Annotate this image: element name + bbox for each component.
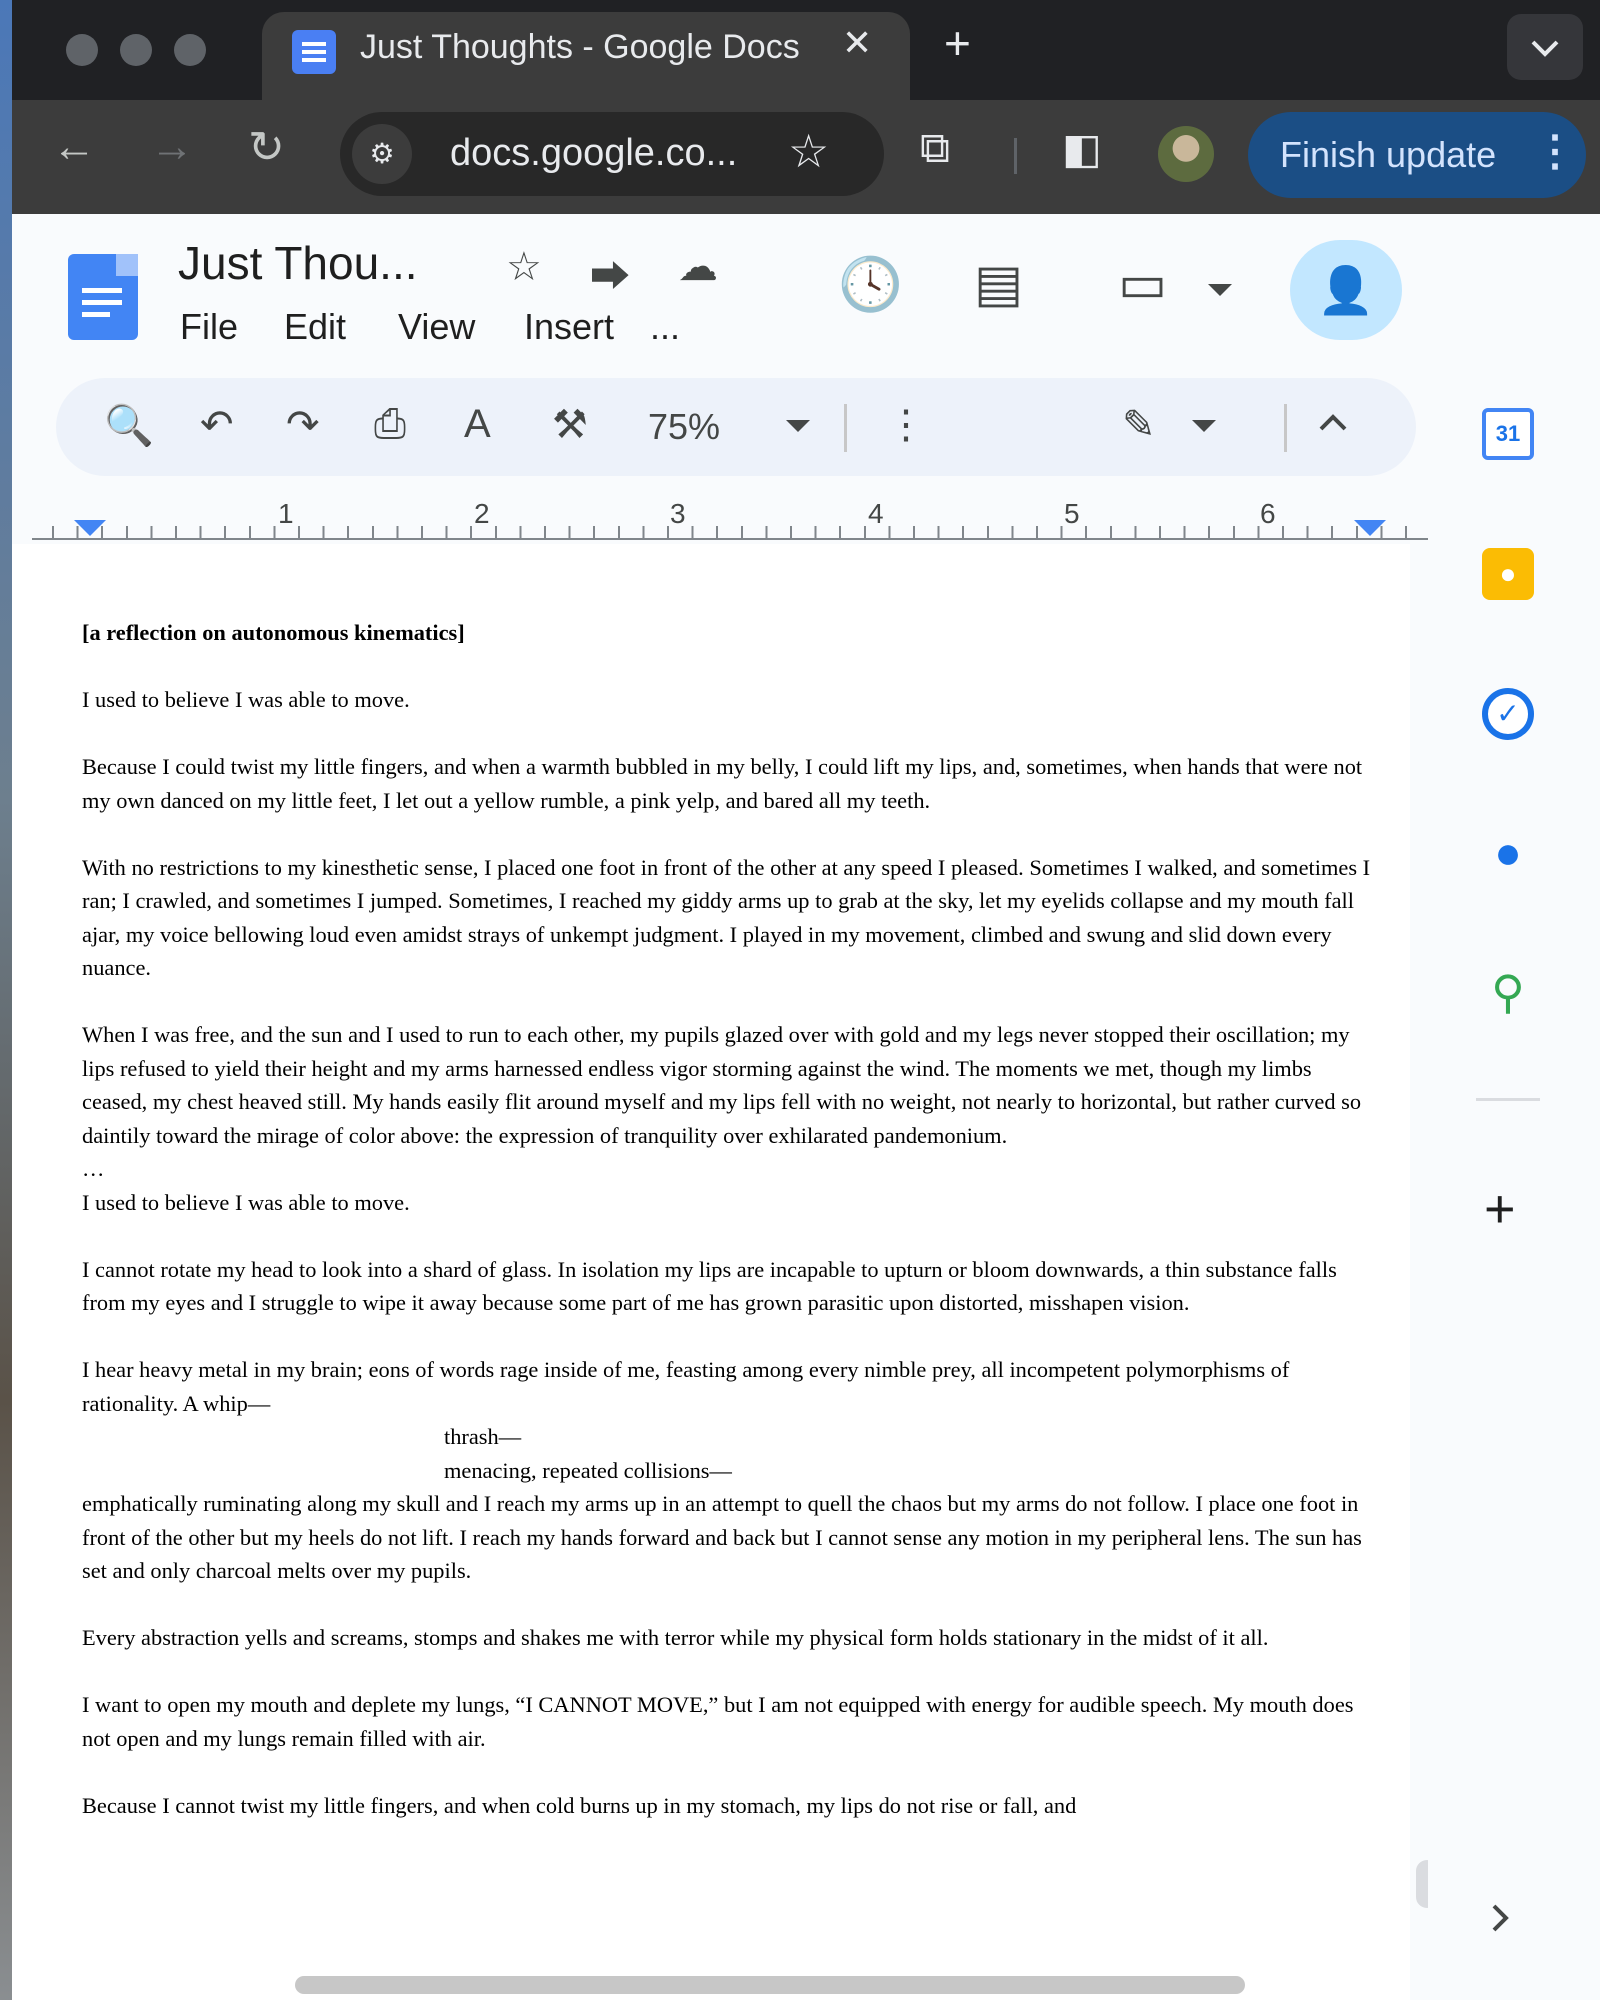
tab-google-docs[interactable]: Just Thoughts - Google Docs ✕ (262, 12, 910, 100)
new-tab-button[interactable]: + (944, 16, 971, 70)
side-panel-icon[interactable]: ◧ (1062, 124, 1102, 173)
horizontal-scrollbar[interactable] (295, 1976, 1245, 1994)
document-heading: [a reflection on autonomous kinematics] (82, 620, 465, 645)
zoom-dropdown-icon[interactable] (786, 420, 810, 434)
ruler[interactable]: 1 2 3 4 5 6 (32, 498, 1452, 540)
profile-avatar-small[interactable] (1158, 126, 1214, 182)
google-docs-app: Just Thou... ☆ ⮕ ☁ File Edit View Insert… (12, 214, 1600, 2000)
bookmark-star-icon[interactable]: ☆ (788, 124, 829, 178)
indented-line: menacing, repeated collisions— (444, 1457, 732, 1483)
window-zoom-button[interactable] (174, 34, 206, 66)
comments-icon[interactable]: ▤ (974, 254, 1023, 314)
paragraph: I used to believe I was able to move. (82, 1189, 410, 1215)
paragraph: With no restrictions to my kinesthetic s… (82, 854, 1376, 981)
ruler-number: 4 (868, 498, 884, 529)
move-folder-icon[interactable]: ⮕ (590, 244, 630, 302)
search-menus-icon[interactable]: 🔍 (104, 402, 154, 449)
toolbar-separator (1284, 404, 1287, 452)
add-person-icon: 👤 (1317, 264, 1375, 316)
document-page[interactable]: [a reflection on autonomous kinematics] … (12, 544, 1410, 2000)
docs-favicon-icon (292, 30, 336, 74)
menu-more[interactable]: ... (650, 306, 680, 348)
share-button[interactable]: 👤 (1290, 240, 1402, 340)
zoom-select[interactable]: 75% (648, 406, 720, 448)
get-add-ons-plus-icon[interactable]: + (1484, 1178, 1516, 1240)
paragraph: When I was free, and the sun and I used … (82, 1022, 1367, 1148)
menu-view[interactable]: View (398, 306, 475, 348)
paragraph: I hear heavy metal in my brain; eons of … (82, 1357, 1295, 1416)
editing-mode-pencil-icon[interactable]: ✎ (1122, 402, 1156, 448)
ruler-number: 1 (278, 498, 294, 529)
back-arrow-icon[interactable]: ← (52, 122, 96, 172)
reload-icon[interactable]: ↻ (248, 122, 285, 173)
window-minimize-button[interactable] (120, 34, 152, 66)
indented-line: thrash— (444, 1424, 522, 1449)
finish-update-label: Finish update (1280, 134, 1497, 175)
star-icon[interactable]: ☆ (506, 244, 542, 290)
ruler-number: 3 (670, 498, 686, 529)
url-text[interactable]: docs.google.co... (450, 132, 737, 175)
menu-edit[interactable]: Edit (284, 306, 346, 348)
side-panel-divider (1476, 1098, 1540, 1101)
ruler-number: 2 (474, 498, 490, 529)
paragraph: I want to open my mouth and deplete my l… (82, 1692, 1360, 1751)
tab-title: Just Thoughts - Google Docs (360, 28, 800, 66)
tasks-icon[interactable]: ✓ (1482, 688, 1534, 740)
menu-file[interactable]: File (180, 306, 238, 348)
tab-strip: Just Thoughts - Google Docs ✕ + (12, 0, 1600, 100)
extensions-puzzle-icon[interactable]: ⧉ (920, 124, 950, 173)
right-indent-marker[interactable] (1354, 520, 1386, 536)
keep-icon[interactable]: ● (1482, 548, 1534, 600)
more-vert-icon[interactable]: ⋮ (1534, 126, 1576, 175)
browser-toolbar: ← → ↻ ⚙ docs.google.co... ☆ ⧉ ◧ Finish u… (12, 100, 1600, 214)
more-options-icon[interactable]: ⋮ (886, 402, 926, 448)
window-close-button[interactable] (66, 34, 98, 66)
paragraph: I used to believe I was able to move. (82, 687, 410, 712)
ruler-number: 6 (1260, 498, 1276, 529)
contacts-icon[interactable]: ● (1482, 826, 1534, 878)
maps-icon[interactable]: ⚲ (1482, 966, 1534, 1018)
ellipsis-line: … (82, 1156, 105, 1181)
menu-insert[interactable]: Insert (524, 306, 614, 348)
toolbar-divider (1014, 138, 1017, 174)
cloud-saved-icon[interactable]: ☁ (678, 244, 718, 290)
tab-close-icon[interactable]: ✕ (842, 22, 872, 64)
finish-update-button[interactable]: Finish update ⋮ (1248, 112, 1586, 198)
paragraph: Every abstraction yells and screams, sto… (82, 1625, 1269, 1650)
editing-mode-dropdown-icon[interactable] (1192, 420, 1216, 434)
undo-icon[interactable]: ↶ (200, 402, 234, 448)
document-body[interactable]: [a reflection on autonomous kinematics] … (82, 616, 1382, 1856)
hide-side-panel-chevron-icon[interactable] (1488, 1900, 1512, 1936)
address-bar[interactable]: ⚙ docs.google.co... ☆ (340, 112, 884, 196)
paint-format-icon[interactable]: ⚒ (552, 402, 588, 448)
ruler-ticks (32, 526, 1452, 540)
meet-video-icon[interactable]: ▭ (1118, 254, 1167, 314)
paragraph: I cannot rotate my head to look into a s… (82, 1256, 1343, 1316)
meet-dropdown-icon[interactable] (1208, 284, 1232, 298)
toolbar-separator (844, 404, 847, 452)
document-title[interactable]: Just Thou... (178, 236, 418, 290)
collapse-menus-chevron-up-icon[interactable] (1318, 412, 1348, 432)
paragraph: emphatically ruminating along my skull a… (82, 1491, 1368, 1583)
ruler-number: 5 (1064, 498, 1080, 529)
print-icon[interactable]: ⎙ (374, 402, 406, 447)
spellcheck-icon[interactable]: A (464, 402, 491, 447)
version-history-icon[interactable]: 🕓 (838, 254, 903, 315)
formatting-toolbar: 🔍 ↶ ↷ ⎙ A ⚒ 75% ⋮ ✎ (56, 378, 1416, 476)
browser-window: Just Thoughts - Google Docs ✕ + ← → ↻ ⚙ … (12, 0, 1600, 2000)
paragraph: Because I cannot twist my little fingers… (82, 1792, 1077, 1818)
calendar-icon[interactable]: 31 (1482, 408, 1534, 460)
docs-logo-icon[interactable] (68, 254, 138, 340)
redo-icon[interactable]: ↷ (286, 402, 320, 448)
forward-arrow-icon[interactable]: → (150, 122, 194, 172)
chevron-down-icon (1531, 40, 1559, 57)
paragraph: Because I could twist my little fingers,… (82, 754, 1368, 813)
site-settings-icon[interactable]: ⚙ (352, 124, 412, 184)
left-indent-marker[interactable] (74, 520, 106, 536)
side-panel: 31 ● ✓ ● ⚲ + (1428, 214, 1600, 2000)
desktop-background (0, 0, 12, 2000)
tab-search-button[interactable] (1507, 14, 1583, 80)
